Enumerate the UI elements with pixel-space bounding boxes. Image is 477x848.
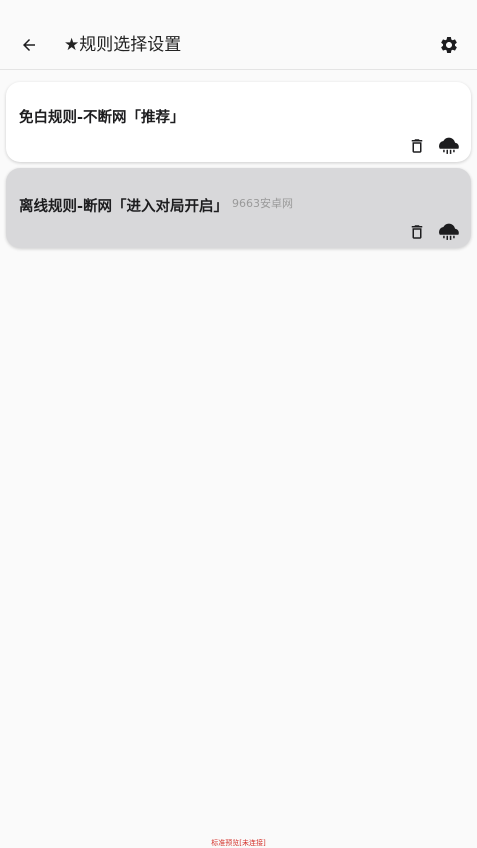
rule-card[interactable]: 免白规则-不断网「推荐」 bbox=[6, 82, 471, 162]
rule-card-selected[interactable]: 离线规则-断网「进入对局开启」 9663安卓网 bbox=[6, 168, 471, 248]
delete-button[interactable] bbox=[407, 222, 427, 242]
download-button[interactable] bbox=[439, 136, 459, 156]
card-actions bbox=[407, 136, 459, 156]
rule-title: 离线规则-断网「进入对局开启」 9663安卓网 bbox=[19, 194, 293, 217]
settings-button[interactable] bbox=[435, 31, 463, 59]
cloud-download-icon bbox=[439, 223, 459, 240]
app-bar: ★规则选择设置 bbox=[0, 0, 477, 70]
page-title: ★规则选择设置 bbox=[64, 35, 182, 55]
arrow-left-icon bbox=[23, 39, 35, 51]
watermark-text: 9663安卓网 bbox=[232, 197, 294, 210]
trash-icon bbox=[411, 139, 423, 153]
cloud-download-icon bbox=[439, 137, 459, 154]
card-actions bbox=[407, 222, 459, 242]
back-button[interactable] bbox=[14, 30, 44, 60]
footer-note: 标准预览[未连接] bbox=[211, 839, 266, 847]
rule-title: 免白规则-不断网「推荐」 bbox=[19, 110, 185, 126]
download-button[interactable] bbox=[439, 222, 459, 242]
trash-icon bbox=[411, 225, 423, 239]
delete-button[interactable] bbox=[407, 136, 427, 156]
gear-icon bbox=[441, 36, 457, 53]
rule-title-text: 离线规则-断网「进入对局开启」 bbox=[19, 199, 229, 215]
